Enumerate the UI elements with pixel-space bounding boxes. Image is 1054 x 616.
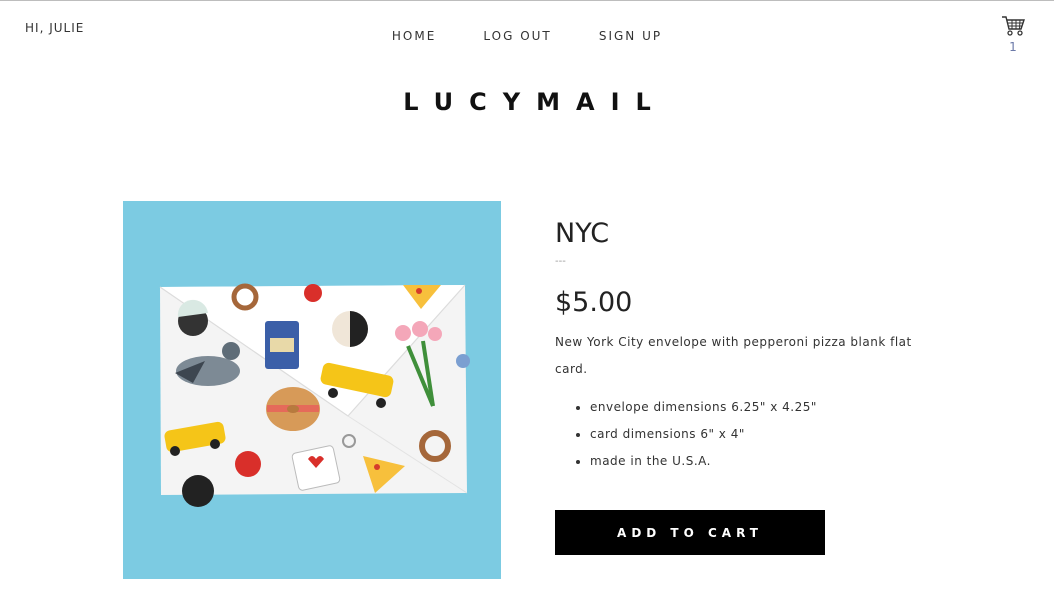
feature-item: made in the U.S.A. [590,448,925,475]
nav-home-link[interactable]: HOME [392,29,436,43]
cart-button[interactable]: 1 [999,15,1027,53]
product-price: $5.00 [555,287,633,318]
cart-count: 1 [1009,40,1017,54]
cart-icon [1002,16,1025,36]
add-to-cart-button[interactable]: ADD TO CART [555,510,825,555]
nav-logout-link[interactable]: LOG OUT [483,29,551,43]
nav-signup-link[interactable]: SIGN UP [599,29,662,43]
title-divider: --- [555,256,566,267]
top-border [0,0,1054,1]
product-title: NYC [555,218,610,249]
brand-logo[interactable]: LUCYMAIL [0,88,1054,116]
feature-item: card dimensions 6" x 4" [590,421,925,448]
feature-item: envelope dimensions 6.25" x 4.25" [590,394,925,421]
product-image [123,201,501,579]
product-description: New York City envelope with pepperoni pi… [555,335,912,376]
main-nav: HOME LOG OUT SIGN UP [0,25,1054,44]
envelope-illustration [123,201,501,579]
feature-list: envelope dimensions 6.25" x 4.25" card d… [555,394,925,475]
product-details: NYC --- $5.00 New York City envelope wit… [555,214,925,475]
